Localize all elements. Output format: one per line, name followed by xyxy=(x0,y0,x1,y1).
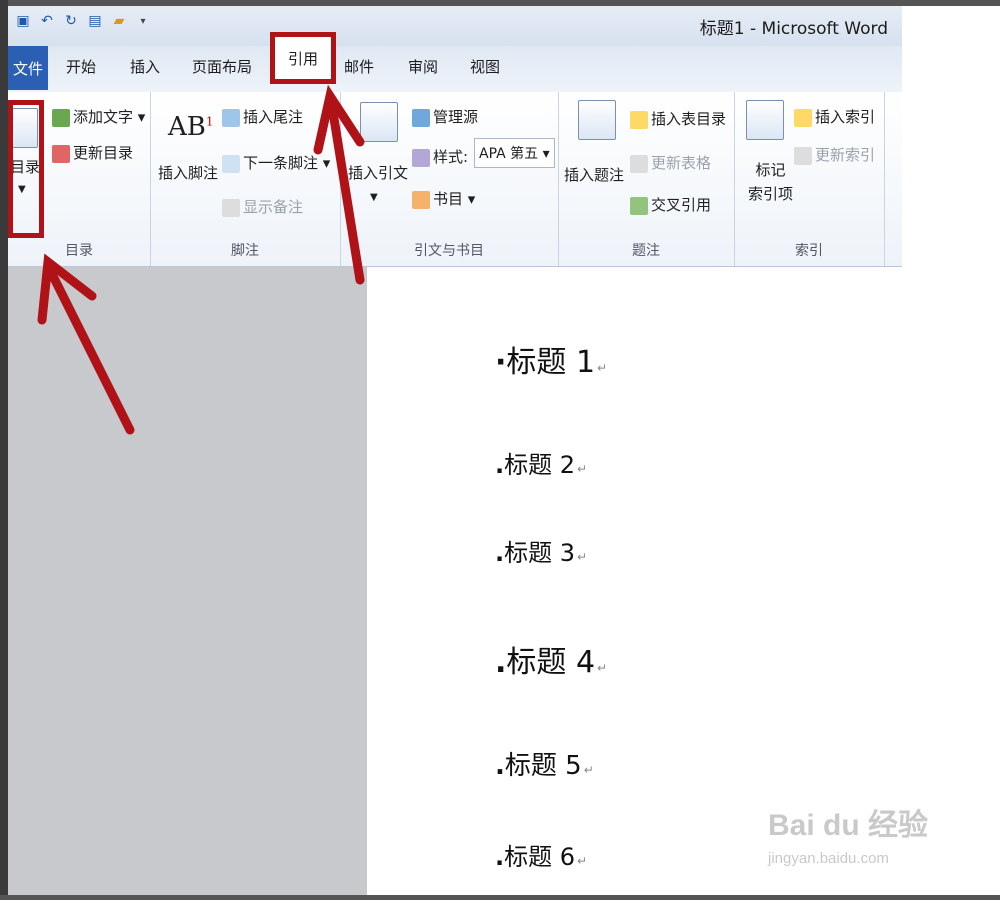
heading-2[interactable]: .标题 2 ↵ xyxy=(495,445,587,480)
show-notes-icon xyxy=(222,198,240,217)
tab-references-label: 引用 xyxy=(287,49,318,68)
insert-footnote-button[interactable]: 插入脚注 xyxy=(158,162,218,183)
heading-1[interactable]: ·标题 1 ↵ xyxy=(495,337,607,381)
heading-6[interactable]: .标题 6 ↵ xyxy=(495,837,587,872)
window-title: 标题1 - Microsoft Word xyxy=(699,19,888,39)
ribbon-tabs: 文件 开始 插入 页面布局 引用 邮件 审阅 视图 xyxy=(8,32,902,92)
add-text-button[interactable]: 添加文字 ▾ xyxy=(52,106,145,127)
manage-sources-icon xyxy=(412,108,430,127)
open-icon[interactable]: ▰ xyxy=(110,12,128,30)
watermark-url: jingyan.baidu.com xyxy=(768,850,889,867)
update-index-icon xyxy=(794,146,812,165)
tab-home[interactable]: 开始 xyxy=(66,56,96,77)
redo-icon[interactable]: ↻ xyxy=(62,12,80,30)
insert-caption-icon xyxy=(578,100,616,140)
quick-access-toolbar: ▣ ↶ ↻ ▤ ▰ ▾ xyxy=(14,12,152,30)
cross-reference-icon xyxy=(630,196,648,215)
update-index-button[interactable]: 更新索引 xyxy=(794,144,875,165)
cross-reference-button[interactable]: 交叉引用 xyxy=(630,194,711,215)
insert-citation-button[interactable]: 插入引文 xyxy=(348,162,408,183)
insert-index-icon xyxy=(794,108,812,127)
next-footnote-icon xyxy=(222,154,240,173)
insert-citation-icon xyxy=(360,102,398,142)
update-table-button[interactable]: 更新表格 xyxy=(630,152,711,173)
tab-insert[interactable]: 插入 xyxy=(130,56,160,77)
update-table-icon xyxy=(630,154,648,173)
tab-review[interactable]: 审阅 xyxy=(408,56,438,77)
update-toc-icon xyxy=(52,144,70,163)
heading-3[interactable]: .标题 3 ↵ xyxy=(495,533,587,568)
ribbon: 目录 ▼ 添加文字 ▾ 更新目录 目录 AB1 插入脚注 插入尾注 下一条脚注 … xyxy=(8,92,902,267)
insert-endnote-button[interactable]: 插入尾注 xyxy=(222,106,303,127)
mark-entry-button[interactable]: 标记 索引项 xyxy=(748,158,793,206)
word-window: ▣ ↶ ↻ ▤ ▰ ▾ 标题1 - Microsoft Word 文件 开始 插… xyxy=(0,0,1000,900)
update-toc-button[interactable]: 更新目录 xyxy=(52,142,133,163)
endnote-icon xyxy=(222,108,240,127)
style-select[interactable]: APA 第五 ▾ xyxy=(474,138,555,168)
bibliography-icon xyxy=(412,190,430,209)
customize-icon[interactable]: ▾ xyxy=(134,12,152,30)
style-icon xyxy=(412,148,430,167)
right-blank-strip xyxy=(902,6,1000,895)
toc-highlight-box xyxy=(8,100,44,238)
tab-file[interactable]: 文件 xyxy=(8,46,48,90)
show-notes-button[interactable]: 显示备注 xyxy=(222,196,303,217)
tab-view[interactable]: 视图 xyxy=(470,56,500,77)
left-gray-pane xyxy=(8,267,367,895)
heading-5[interactable]: .标题 5 ↵ xyxy=(495,745,594,782)
group-index-label: 索引 xyxy=(795,243,823,259)
group-footnotes: AB1 插入脚注 插入尾注 下一条脚注 ▾ 显示备注 脚注 xyxy=(150,92,341,266)
group-citations-label: 引文与书目 xyxy=(414,243,484,259)
footnote-ab-icon: AB1 xyxy=(168,112,214,142)
window-border-bottom xyxy=(0,895,1000,900)
table-of-figures-icon xyxy=(630,110,648,129)
group-toc-label: 目录 xyxy=(65,243,93,259)
mark-entry-icon xyxy=(746,100,784,140)
style-label: 样式: xyxy=(412,146,468,167)
group-index: 标记 索引项 插入索引 更新索引 索引 xyxy=(734,92,885,266)
group-captions-label: 题注 xyxy=(632,243,660,259)
group-footnotes-label: 脚注 xyxy=(231,243,259,259)
citation-dropdown-icon[interactable]: ▼ xyxy=(370,192,378,203)
undo-icon[interactable]: ↶ xyxy=(38,12,56,30)
title-bar: ▣ ↶ ↻ ▤ ▰ ▾ 标题1 - Microsoft Word xyxy=(8,6,902,46)
heading-4[interactable]: .标题 4 ↵ xyxy=(495,637,607,681)
tab-page-layout[interactable]: 页面布局 xyxy=(192,56,252,77)
save-icon[interactable]: ▣ xyxy=(14,12,32,30)
insert-caption-button[interactable]: 插入题注 xyxy=(564,164,624,185)
new-doc-icon[interactable]: ▤ xyxy=(86,12,104,30)
tab-references[interactable]: 引用 xyxy=(270,32,336,84)
baidu-watermark: Bai du 经验 jingyan.baidu.com xyxy=(768,800,948,880)
watermark-logo: Bai du 经验 xyxy=(768,809,929,842)
insert-table-of-figures-button[interactable]: 插入表目录 xyxy=(630,108,726,129)
group-captions: 插入题注 插入表目录 更新表格 交叉引用 题注 xyxy=(558,92,735,266)
manage-sources-button[interactable]: 管理源 xyxy=(412,106,478,127)
bibliography-button[interactable]: 书目 ▾ xyxy=(412,188,475,209)
next-footnote-button[interactable]: 下一条脚注 ▾ xyxy=(222,152,330,173)
window-border-left xyxy=(0,0,8,900)
add-text-icon xyxy=(52,108,70,127)
group-citations: 插入引文 ▼ 管理源 样式: APA 第五 ▾ 书目 ▾ 引文与书目 xyxy=(340,92,559,266)
tab-mailings[interactable]: 邮件 xyxy=(344,56,374,77)
insert-index-button[interactable]: 插入索引 xyxy=(794,106,875,127)
